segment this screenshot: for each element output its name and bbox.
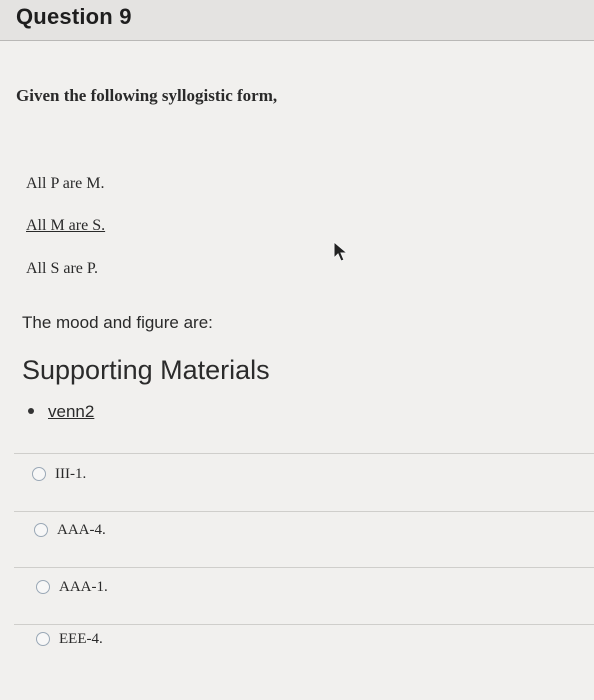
answer-option-label: III-1.: [55, 466, 87, 482]
mouse-cursor-icon: [333, 240, 349, 262]
premise-major: All P are M.: [26, 175, 105, 192]
radio-button[interactable]: [36, 580, 50, 594]
divider: [14, 453, 594, 454]
conclusion: All S are P.: [26, 260, 98, 277]
question-header: Question 9: [0, 0, 594, 41]
supporting-materials-list-item: venn2: [28, 402, 94, 422]
question-title: Question 9: [16, 4, 132, 29]
radio-button[interactable]: [36, 632, 50, 646]
question-prompt: Given the following syllogistic form,: [16, 86, 278, 105]
premise-minor: All M are S.: [26, 217, 106, 234]
answer-option-label: AAA-4.: [57, 522, 106, 538]
sub-question: The mood and figure are:: [22, 313, 213, 332]
supporting-materials-heading: Supporting Materials: [22, 355, 270, 385]
divider: [14, 624, 594, 625]
venn2-link[interactable]: venn2: [48, 402, 94, 421]
answer-option-label: EEE-4.: [59, 631, 103, 647]
divider: [14, 567, 594, 568]
bullet-icon: [28, 407, 34, 414]
answer-option-label: AAA-1.: [59, 579, 108, 595]
radio-button[interactable]: [32, 467, 46, 481]
radio-button[interactable]: [34, 523, 48, 537]
divider: [14, 511, 594, 512]
